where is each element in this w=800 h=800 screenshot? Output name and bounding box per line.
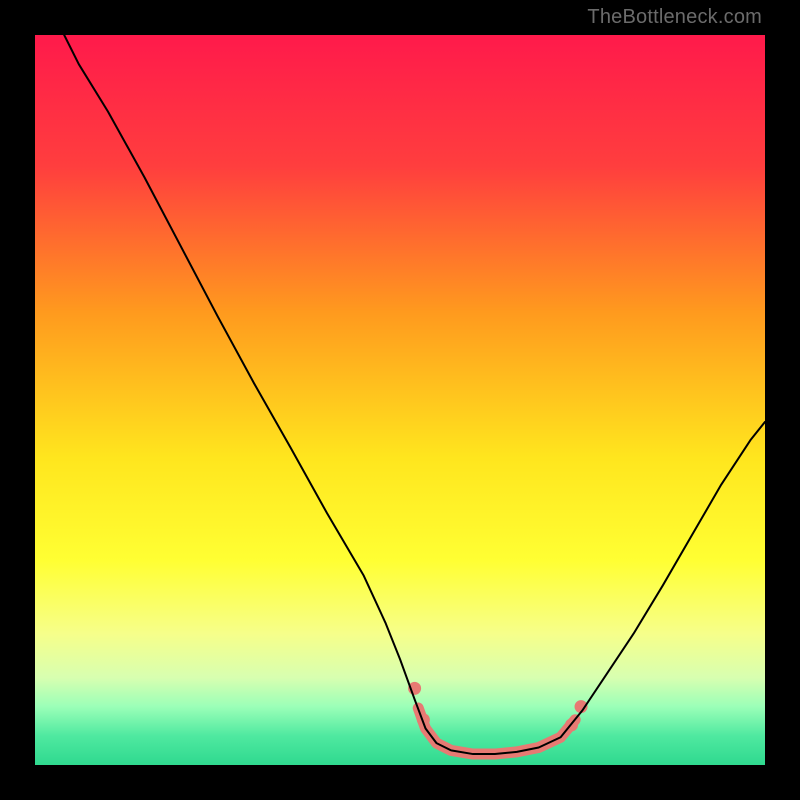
- curve-layer: [35, 35, 765, 765]
- watermark-text: TheBottleneck.com: [587, 6, 762, 29]
- chart-frame: TheBottleneck.com: [0, 0, 800, 800]
- plot-area: [35, 35, 765, 765]
- highlight-band: [418, 708, 575, 754]
- highlight-dots: [408, 682, 587, 731]
- bottleneck-curve: [64, 35, 765, 754]
